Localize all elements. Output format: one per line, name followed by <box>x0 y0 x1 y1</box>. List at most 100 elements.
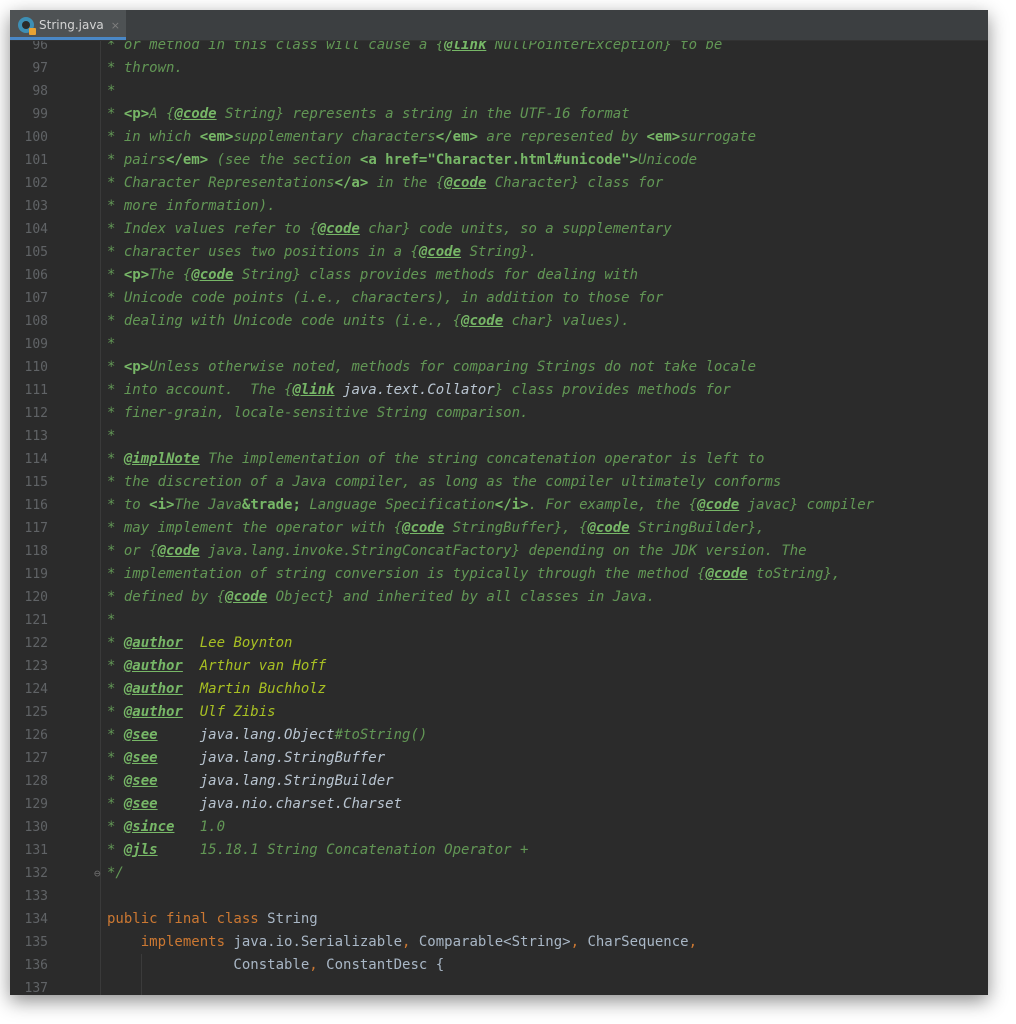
indent-guide <box>141 954 142 995</box>
code-token: @implNote <box>123 451 200 467</box>
code-token: String} represents a string in the UTF-1… <box>216 106 630 122</box>
code-line[interactable]: 130 * @since 1.0 <box>10 816 988 839</box>
code-token: (see the section <box>208 152 360 168</box>
line-number: 130 <box>24 820 48 835</box>
code-line[interactable]: 116 * to <i>The Java&trade; Language Spec… <box>10 494 988 517</box>
java-class-icon <box>18 17 36 35</box>
code-line[interactable]: 105 * character uses two positions in a {… <box>10 241 988 264</box>
code-line[interactable]: 135 implements java.io.Serializable, Com… <box>10 931 988 954</box>
code-token: are represented by <box>477 129 647 145</box>
code-token: @code <box>461 313 504 329</box>
code-line[interactable]: 100 * in which <em>supplementary characte… <box>10 126 988 149</box>
code-token: * <box>107 267 124 283</box>
line-number: 103 <box>24 199 48 214</box>
code-line[interactable]: 124 * @author Martin Buchholz <box>10 678 988 701</box>
code-line[interactable]: 104 * Index values refer to {@code char} … <box>10 218 988 241</box>
code-token: * <box>107 106 124 122</box>
code-token: @see <box>123 773 158 789</box>
code-text: * @author Ulf Zibis <box>107 701 276 724</box>
code-line[interactable]: 137 <box>10 977 988 995</box>
code-line[interactable]: 127 * @see java.lang.StringBuffer <box>10 747 988 770</box>
code-token: * implementation of string conversion is… <box>107 566 706 582</box>
code-token: , <box>570 934 588 950</box>
code-text: * <p>Unless otherwise noted, methods for… <box>107 356 756 379</box>
code-token: <a href="Character.html#unicode"> <box>359 152 639 168</box>
code-token: String <box>267 911 318 927</box>
code-line[interactable]: 134 public final class String <box>10 908 988 931</box>
code-line[interactable]: 131 * @jls 15.18.1 String Concatenation O… <box>10 839 988 862</box>
code-line[interactable]: 126 * @see java.lang.Object#toString() <box>10 724 988 747</box>
code-token: @see <box>123 796 158 812</box>
code-token: * may implement the operator with { <box>107 520 403 536</box>
code-line[interactable]: 125 * @author Ulf Zibis <box>10 701 988 724</box>
code-text: * <box>107 425 115 448</box>
code-line[interactable]: 99 * <p>A {@code String} represents a str… <box>10 103 988 126</box>
line-number: 108 <box>24 314 48 329</box>
code-line[interactable]: 121 * <box>10 609 988 632</box>
editor-tab-string-java[interactable]: String.java × <box>10 10 126 40</box>
code-token: * <box>107 750 124 766</box>
code-line[interactable]: 102 * Character Representations</a> in th… <box>10 172 988 195</box>
code-token: A { <box>149 106 175 122</box>
line-number: 134 <box>24 912 48 927</box>
line-number: 106 <box>24 268 48 283</box>
code-text: * Character Representations</a> in the {… <box>107 172 663 195</box>
ide-window: String.java × 96 * or method in this clas… <box>10 10 988 995</box>
code-line[interactable]: 133 <box>10 885 988 908</box>
code-line[interactable]: 98 * <box>10 80 988 103</box>
code-token: * <box>107 612 116 628</box>
code-text: * to <i>The Java&trade; Language Specifi… <box>107 494 874 517</box>
code-token: * <box>107 428 116 444</box>
code-token: @jls <box>123 842 158 858</box>
code-token: String} class provides methods for deali… <box>233 267 639 283</box>
code-line[interactable]: 111 * into account. The {@link java.text.… <box>10 379 988 402</box>
code-text: * <box>107 609 115 632</box>
fold-marker-icon[interactable]: ⊖ <box>94 862 101 885</box>
code-line[interactable]: 106 * <p>The {@code String} class provide… <box>10 264 988 287</box>
code-token: * <box>107 83 116 99</box>
code-text: * character uses two positions in a {@co… <box>107 241 537 264</box>
line-number: 117 <box>24 521 48 536</box>
code-line[interactable]: 96 * or method in this class will cause a… <box>10 41 988 57</box>
line-number: 109 <box>24 337 48 352</box>
code-line[interactable]: 117 * may implement the operator with {@c… <box>10 517 988 540</box>
code-token: <i> <box>149 497 175 513</box>
code-token: <p> <box>123 267 150 283</box>
code-line[interactable]: 114 * @implNote The implementation of the… <box>10 448 988 471</box>
code-line[interactable]: 136 Constable, ConstantDesc { <box>10 954 988 977</box>
code-line[interactable]: 109 * <box>10 333 988 356</box>
code-token: */ <box>107 865 124 881</box>
code-line[interactable]: 113 * <box>10 425 988 448</box>
code-token: @code <box>191 267 234 283</box>
code-line[interactable]: 132 ⊖ */ <box>10 862 988 885</box>
code-token: . For example, the { <box>528 497 698 513</box>
code-line[interactable]: 128 * @see java.lang.StringBuilder <box>10 770 988 793</box>
code-line[interactable]: 108 * dealing with Unicode code units (i.… <box>10 310 988 333</box>
code-line[interactable]: 101 * pairs</em> (see the section <a href… <box>10 149 988 172</box>
code-token: * Unicode code points (i.e., characters)… <box>107 290 664 306</box>
code-line[interactable]: 120 * defined by {@code Object} and inher… <box>10 586 988 609</box>
line-number: 118 <box>24 544 48 559</box>
code-token: CharSequence <box>587 934 689 950</box>
code-editor[interactable]: 96 * or method in this class will cause a… <box>10 41 988 995</box>
close-icon[interactable]: × <box>111 19 120 32</box>
code-line[interactable]: 112 * finer-grain, locale-sensitive Strin… <box>10 402 988 425</box>
code-token: * <box>107 635 124 651</box>
line-number: 112 <box>24 406 48 421</box>
code-line[interactable]: 122 * @author Lee Boynton <box>10 632 988 655</box>
code-line[interactable]: 97 * thrown. <box>10 57 988 80</box>
code-line[interactable]: 115 * the discretion of a Java compiler, … <box>10 471 988 494</box>
code-token: <em> <box>199 129 234 145</box>
code-line[interactable]: 110 * <p>Unless otherwise noted, methods … <box>10 356 988 379</box>
code-token: * <box>107 681 124 697</box>
code-line[interactable]: 118 * or {@code java.lang.invoke.StringCo… <box>10 540 988 563</box>
code-token: * or { <box>107 543 158 559</box>
code-line[interactable]: 123 * @author Arthur van Hoff <box>10 655 988 678</box>
code-token: implements <box>107 934 234 950</box>
code-line[interactable]: 119 * implementation of string conversion… <box>10 563 988 586</box>
code-text: public final class String <box>107 908 318 931</box>
code-line[interactable]: 129 * @see java.nio.charset.Charset <box>10 793 988 816</box>
code-line[interactable]: 103 * more information). <box>10 195 988 218</box>
code-line[interactable]: 107 * Unicode code points (i.e., characte… <box>10 287 988 310</box>
